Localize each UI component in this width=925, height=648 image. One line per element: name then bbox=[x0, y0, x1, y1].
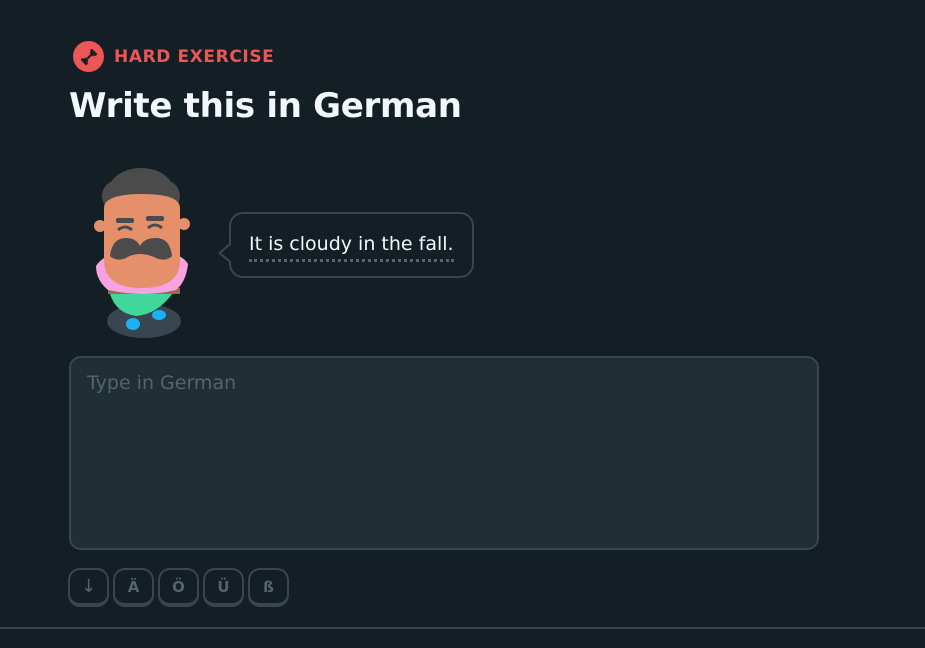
answer-input[interactable] bbox=[69, 356, 819, 550]
exercise-page: HARD EXERCISE Write this in German It is… bbox=[0, 0, 925, 648]
key-o-umlaut[interactable]: Ö bbox=[158, 568, 199, 607]
arrow-down-icon[interactable]: ↓ bbox=[68, 568, 109, 607]
page-title: Write this in German bbox=[69, 86, 462, 126]
mustached-man-character bbox=[86, 164, 196, 344]
key-eszett[interactable]: ß bbox=[248, 568, 289, 607]
key-a-umlaut[interactable]: Ä bbox=[113, 568, 154, 607]
badge-label: HARD EXERCISE bbox=[114, 46, 275, 67]
special-character-keys: ↓ Ä Ö Ü ß bbox=[68, 568, 289, 607]
speech-bubble: It is cloudy in the fall. bbox=[218, 212, 474, 278]
dumbbell-icon bbox=[73, 41, 104, 72]
prompt-sentence[interactable]: It is cloudy in the fall. bbox=[249, 233, 454, 262]
key-u-umlaut[interactable]: Ü bbox=[203, 568, 244, 607]
exercise-badge: HARD EXERCISE bbox=[73, 41, 274, 72]
footer-divider bbox=[0, 627, 925, 629]
speech-bubble-tail-inner bbox=[221, 244, 232, 262]
